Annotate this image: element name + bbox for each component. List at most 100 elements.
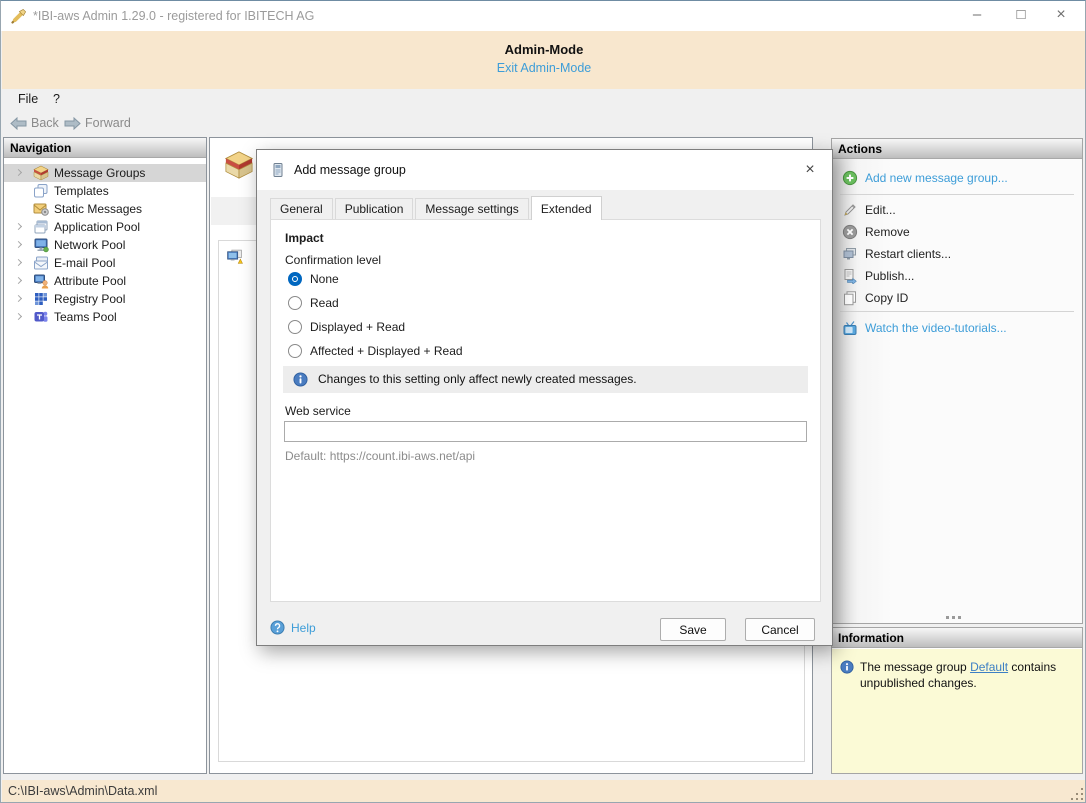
chevron-right-icon[interactable] xyxy=(15,223,22,230)
forward-button[interactable]: Forward xyxy=(64,113,131,133)
sidebar-item-label: Application Pool xyxy=(54,218,140,236)
sidebar-item-application-pool[interactable]: Application Pool xyxy=(4,218,206,236)
add-message-group-dialog: Add message group × GeneralPublicationMe… xyxy=(256,149,833,646)
sidebar-item-message-groups[interactable]: Message Groups xyxy=(4,164,206,182)
dialog-icon xyxy=(270,162,286,178)
extended-tab-content: Impact Confirmation level None Read Disp… xyxy=(270,219,821,602)
sidebar-item-static-messages[interactable]: Static Messages xyxy=(4,200,206,218)
sidebar-item-attribute-pool[interactable]: Attribute Pool xyxy=(4,272,206,290)
radio-selected-icon[interactable] xyxy=(288,272,302,286)
radio-label: Displayed + Read xyxy=(310,320,405,334)
sidebar-item-teams-pool[interactable]: Teams Pool xyxy=(4,308,206,326)
app-window: *IBI-aws Admin 1.29.0 - registered for I… xyxy=(0,0,1086,803)
chevron-right-icon[interactable] xyxy=(15,295,22,302)
sidebar-item-label: Network Pool xyxy=(54,236,125,254)
sidebar-item-templates[interactable]: Templates xyxy=(4,182,206,200)
radio-affected-displayed-read[interactable]: Affected + Displayed + Read xyxy=(288,344,463,360)
message-group-row-icon xyxy=(226,248,243,265)
action-label: Restart clients... xyxy=(865,243,951,265)
back-label: Back xyxy=(31,116,59,130)
network-pool-icon xyxy=(33,237,49,253)
menu-bar: File ? xyxy=(2,89,1086,111)
action-label: Edit... xyxy=(865,199,896,221)
confirmation-level-label: Confirmation level xyxy=(285,253,381,267)
app-logo-icon xyxy=(11,8,27,24)
copy-id-action[interactable]: Copy ID xyxy=(832,287,1082,309)
resize-grip[interactable] xyxy=(1071,788,1083,800)
watch-video-tutorials-action[interactable]: Watch the video-tutorials... xyxy=(832,317,1082,339)
information-panel: Information The message group Default co… xyxy=(831,627,1083,774)
close-button[interactable]: × xyxy=(1041,1,1081,31)
tab-extended[interactable]: Extended xyxy=(531,196,602,220)
menu-help[interactable]: ? xyxy=(53,92,60,106)
chevron-right-icon[interactable] xyxy=(15,169,22,176)
default-group-link[interactable]: Default xyxy=(970,660,1008,674)
tab-message-settings[interactable]: Message settings xyxy=(415,198,528,220)
splitter-grip[interactable] xyxy=(946,616,968,621)
navigation-panel: Navigation Message Groups Template xyxy=(3,137,207,774)
tab-publication[interactable]: Publication xyxy=(335,198,414,220)
action-label: Copy ID xyxy=(865,287,908,309)
sidebar-item-label: Templates xyxy=(54,182,109,200)
add-icon xyxy=(842,170,858,186)
sidebar-item-label: E-mail Pool xyxy=(54,254,115,272)
chevron-right-icon[interactable] xyxy=(15,241,22,248)
notice-text: Changes to this setting only affect newl… xyxy=(318,372,637,386)
actions-header: Actions xyxy=(832,139,1082,159)
back-arrow-icon xyxy=(10,117,27,130)
restart-clients-action[interactable]: Restart clients... xyxy=(832,243,1082,265)
sidebar-item-network-pool[interactable]: Network Pool xyxy=(4,236,206,254)
publish-icon xyxy=(842,268,858,284)
sidebar-item-registry-pool[interactable]: Registry Pool xyxy=(4,290,206,308)
save-button[interactable]: Save xyxy=(660,618,726,641)
radio-none[interactable]: None xyxy=(288,272,339,288)
copy-icon xyxy=(842,290,858,306)
help-link[interactable]: Help xyxy=(270,620,316,636)
minimize-button[interactable]: – xyxy=(957,1,997,31)
help-icon xyxy=(270,620,285,635)
impact-heading: Impact xyxy=(285,231,324,245)
attribute-pool-icon xyxy=(33,273,49,289)
remove-action[interactable]: Remove xyxy=(832,221,1082,243)
information-text-before: The message group xyxy=(860,660,970,674)
toolbar: Back Forward xyxy=(2,111,1086,135)
title-bar: *IBI-aws Admin 1.29.0 - registered for I… xyxy=(1,1,1085,31)
radio-label: Affected + Displayed + Read xyxy=(310,344,463,358)
sidebar-item-label: Registry Pool xyxy=(54,290,125,308)
registry-pool-icon xyxy=(33,291,49,307)
maximize-button[interactable]: □ xyxy=(1001,1,1041,31)
back-button[interactable]: Back xyxy=(10,113,59,133)
information-body: The message group Default contains unpub… xyxy=(832,649,1082,773)
radio-icon[interactable] xyxy=(288,320,302,334)
chevron-right-icon[interactable] xyxy=(15,277,22,284)
chevron-right-icon[interactable] xyxy=(15,259,22,266)
radio-icon[interactable] xyxy=(288,296,302,310)
remove-icon xyxy=(842,224,858,240)
radio-read[interactable]: Read xyxy=(288,296,339,312)
info-icon xyxy=(840,660,854,674)
action-label: Publish... xyxy=(865,265,914,287)
chevron-right-icon[interactable] xyxy=(15,313,22,320)
web-service-label: Web service xyxy=(285,404,351,418)
exit-admin-mode-link[interactable]: Exit Admin-Mode xyxy=(497,61,591,75)
dialog-close-icon[interactable]: × xyxy=(798,159,822,183)
tab-general[interactable]: General xyxy=(270,198,333,220)
admin-mode-title: Admin-Mode xyxy=(2,42,1086,57)
publish-action[interactable]: Publish... xyxy=(832,265,1082,287)
radio-icon[interactable] xyxy=(288,344,302,358)
teams-pool-icon xyxy=(33,309,49,325)
cancel-button[interactable]: Cancel xyxy=(745,618,815,641)
sidebar-item-email-pool[interactable]: E-mail Pool xyxy=(4,254,206,272)
radio-displayed-read[interactable]: Displayed + Read xyxy=(288,320,405,336)
add-message-group-action[interactable]: Add new message group... xyxy=(832,167,1082,189)
web-service-input[interactable] xyxy=(284,421,807,442)
status-bar: C:\IBI-aws\Admin\Data.xml xyxy=(2,780,1086,803)
menu-file[interactable]: File xyxy=(18,92,38,106)
data-file-path: C:\IBI-aws\Admin\Data.xml xyxy=(8,784,157,798)
edit-pencil-icon xyxy=(842,202,858,218)
information-message: The message group Default contains unpub… xyxy=(860,659,1072,691)
edit-action[interactable]: Edit... xyxy=(832,199,1082,221)
admin-mode-banner: Admin-Mode Exit Admin-Mode xyxy=(2,31,1086,89)
action-label: Watch the video-tutorials... xyxy=(865,317,1007,339)
application-pool-icon xyxy=(33,219,49,235)
